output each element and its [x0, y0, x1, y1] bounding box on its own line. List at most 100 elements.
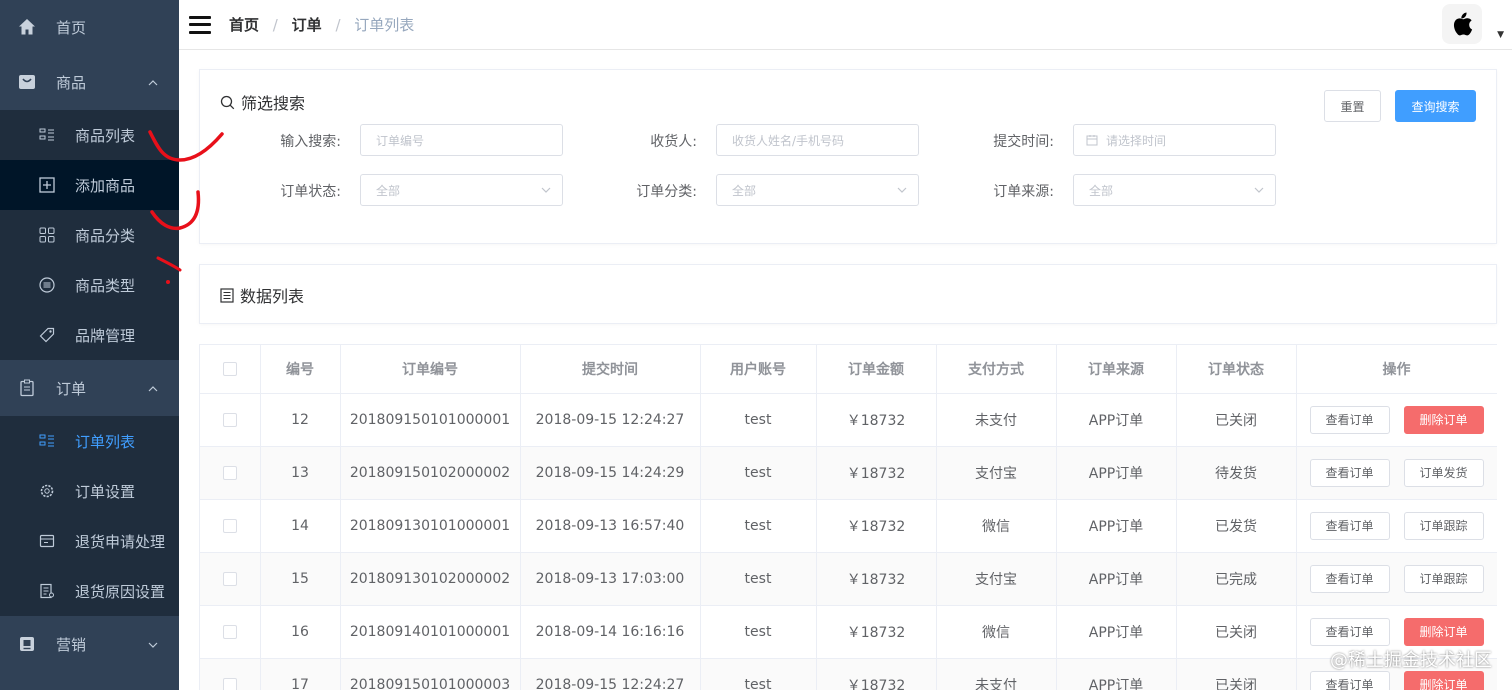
view-order-button[interactable]: 查看订单	[1309, 511, 1390, 540]
cell-user: test	[700, 605, 817, 659]
cell-amount: ￥18732	[816, 605, 937, 659]
row-checkbox[interactable]	[222, 465, 237, 480]
cell-id: 17	[260, 658, 341, 690]
breadcrumb-order[interactable]: 订单	[292, 16, 322, 34]
cell-source: APP订单	[1056, 605, 1177, 659]
marketing-icon	[18, 635, 36, 653]
cell-source: APP订单	[1056, 658, 1177, 690]
cell-status: 已关闭	[1176, 605, 1297, 659]
view-order-button[interactable]: 查看订单	[1309, 564, 1390, 593]
row-checkbox[interactable]	[222, 571, 237, 586]
row-checkbox[interactable]	[222, 412, 237, 427]
view-order-button[interactable]: 查看订单	[1309, 405, 1390, 434]
document-icon	[38, 583, 55, 600]
sidebar-item-goods[interactable]: 商品	[0, 54, 179, 110]
row-checkbox[interactable]	[222, 677, 237, 690]
submit-time-picker[interactable]: 请选择时间	[1073, 124, 1276, 156]
grid-icon	[38, 227, 55, 244]
delete-order-button[interactable]: 删除订单	[1403, 617, 1484, 646]
receiver-label: 收货人:	[650, 134, 697, 150]
delete-order-button[interactable]: 删除订单	[1403, 670, 1484, 690]
order-source-select[interactable]: 全部	[1073, 174, 1276, 206]
cell-user: test	[700, 499, 817, 553]
table-row: 13 201809150102000002 2018-09-15 14:24:29 t…	[200, 446, 1497, 500]
cell-id: 16	[260, 605, 341, 659]
cell-source: APP订单	[1056, 552, 1177, 606]
order-action-button[interactable]: 订单跟踪	[1403, 511, 1484, 540]
row-select-cell	[200, 605, 261, 659]
cell-order-sn: 201809150101000003	[340, 658, 521, 690]
sidebar-label-goods-type: 商品类型	[75, 276, 136, 295]
sidebar-item-order-settings[interactable]: 订单设置	[0, 466, 179, 516]
header-actions: 操作	[1296, 345, 1497, 394]
view-order-button[interactable]: 查看订单	[1309, 458, 1390, 487]
order-table: 编号 订单编号 提交时间 用户账号 订单金额 支付方式 订单来源 订单状态 操作…	[199, 344, 1497, 690]
order-status-value: 全部	[376, 183, 401, 198]
cell-submit-time: 2018-09-15 12:24:27	[520, 393, 701, 447]
search-button[interactable]: 查询搜索	[1395, 90, 1476, 122]
cell-actions: 查看订单 订单发货	[1296, 446, 1497, 500]
row-checkbox[interactable]	[222, 518, 237, 533]
cell-status: 已关闭	[1176, 393, 1297, 447]
sidebar-item-goods-type[interactable]: 商品类型	[0, 260, 179, 310]
chevron-up-icon	[147, 381, 159, 399]
sidebar-item-brand[interactable]: 品牌管理	[0, 310, 179, 360]
header-user: 用户账号	[700, 345, 817, 394]
sidebar-item-order-list[interactable]: 订单列表	[0, 416, 179, 466]
hamburger-icon[interactable]	[189, 15, 211, 34]
cell-source: APP订单	[1056, 446, 1177, 500]
filter-title-text: 筛选搜索	[241, 94, 306, 113]
sidebar-label-home: 首页	[56, 18, 87, 37]
sidebar-item-home[interactable]: 首页	[0, 0, 179, 54]
calendar-icon	[1086, 134, 1098, 146]
delete-order-button[interactable]: 删除订单	[1403, 405, 1484, 434]
breadcrumb-home[interactable]: 首页	[229, 16, 259, 34]
reset-button[interactable]: 重置	[1324, 90, 1381, 122]
sidebar-label-order-list: 订单列表	[75, 432, 136, 451]
view-order-button[interactable]: 查看订单	[1309, 670, 1390, 690]
sidebar-item-return-apply[interactable]: 退货申请处理	[0, 516, 179, 566]
sidebar-label-return-reason: 退货原因设置	[75, 582, 166, 601]
sidebar-item-marketing[interactable]: 营销	[0, 616, 179, 672]
chevron-down-icon	[147, 637, 159, 655]
cell-pay-type: 支付宝	[936, 552, 1057, 606]
search-icon	[220, 95, 235, 110]
keyword-input[interactable]: 订单编号	[360, 124, 563, 156]
order-type-select[interactable]: 全部	[716, 174, 919, 206]
receiver-input[interactable]: 收货人姓名/手机号码	[716, 124, 919, 156]
cell-order-sn: 201809130102000002	[340, 552, 521, 606]
view-order-button[interactable]: 查看订单	[1309, 617, 1390, 646]
avatar[interactable]	[1442, 4, 1482, 44]
caret-down-icon[interactable]: ▼	[1497, 30, 1504, 40]
list-icon	[38, 433, 55, 450]
order-type-label: 订单分类:	[636, 184, 697, 200]
sidebar-item-goods-list[interactable]: 商品列表	[0, 110, 179, 160]
sidebar-label-goods-category: 商品分类	[75, 226, 136, 245]
order-status-label: 订单状态:	[280, 184, 341, 200]
cell-submit-time: 2018-09-15 12:24:27	[520, 658, 701, 690]
sidebar-item-return-reason[interactable]: 退货原因设置	[0, 566, 179, 616]
chevron-down-icon	[896, 184, 908, 199]
order-status-select[interactable]: 全部	[360, 174, 563, 206]
sidebar-item-order[interactable]: 订单	[0, 360, 179, 416]
order-source-value: 全部	[1089, 183, 1114, 198]
header-status: 订单状态	[1176, 345, 1297, 394]
sidebar-item-goods-category[interactable]: 商品分类	[0, 210, 179, 260]
cell-id: 12	[260, 393, 341, 447]
order-submenu: 订单列表 订单设置 退货申请处理 退货原因设置	[0, 416, 179, 616]
select-all-checkbox[interactable]	[222, 361, 237, 376]
order-action-button[interactable]: 订单跟踪	[1403, 564, 1484, 593]
home-icon	[18, 18, 36, 36]
row-select-cell	[200, 552, 261, 606]
sidebar: 首页 商品 商品列表 添加商品 商品分类 商品类型 品牌管理 订单 订单列表 订…	[0, 0, 179, 690]
cell-source: APP订单	[1056, 393, 1177, 447]
order-action-button[interactable]: 订单发货	[1403, 458, 1484, 487]
row-checkbox[interactable]	[222, 624, 237, 639]
cell-id: 13	[260, 446, 341, 500]
sidebar-item-add-goods[interactable]: 添加商品	[0, 160, 179, 210]
cell-id: 15	[260, 552, 341, 606]
data-list-title: 数据列表	[220, 283, 304, 307]
cell-amount: ￥18732	[816, 393, 937, 447]
cell-id: 14	[260, 499, 341, 553]
table-body: 12 201809150101000001 2018-09-15 12:24:27 t…	[200, 393, 1497, 690]
